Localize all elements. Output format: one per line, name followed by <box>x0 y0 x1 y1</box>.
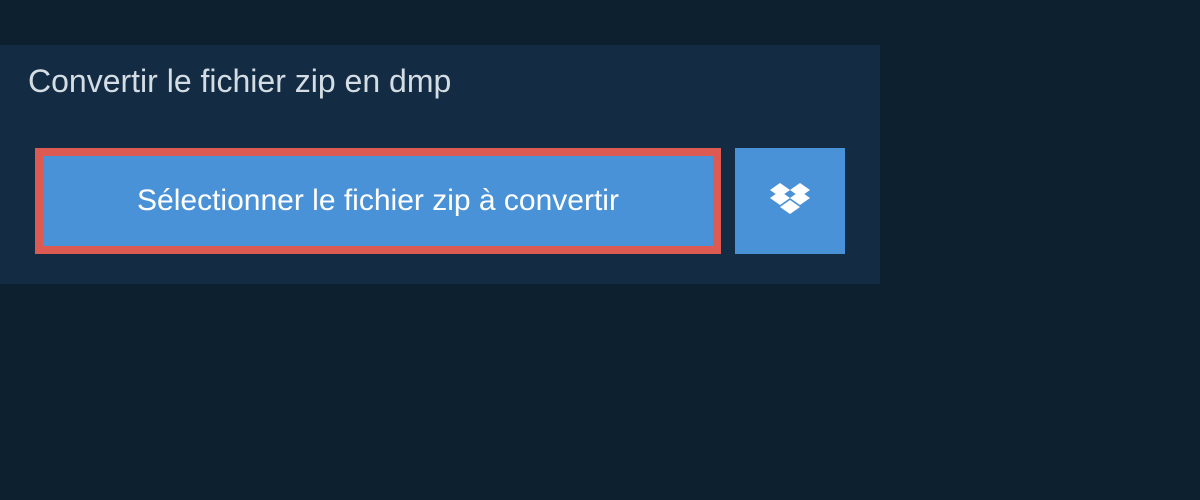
dropbox-icon <box>770 183 810 219</box>
converter-panel: Convertir le fichier zip en dmp Sélectio… <box>0 45 880 284</box>
select-file-label: Sélectionner le fichier zip à convertir <box>137 184 619 218</box>
select-file-button[interactable]: Sélectionner le fichier zip à convertir <box>35 148 721 254</box>
dropbox-button[interactable] <box>735 148 845 254</box>
page-title: Convertir le fichier zip en dmp <box>0 45 479 118</box>
button-group: Sélectionner le fichier zip à convertir <box>0 118 880 254</box>
